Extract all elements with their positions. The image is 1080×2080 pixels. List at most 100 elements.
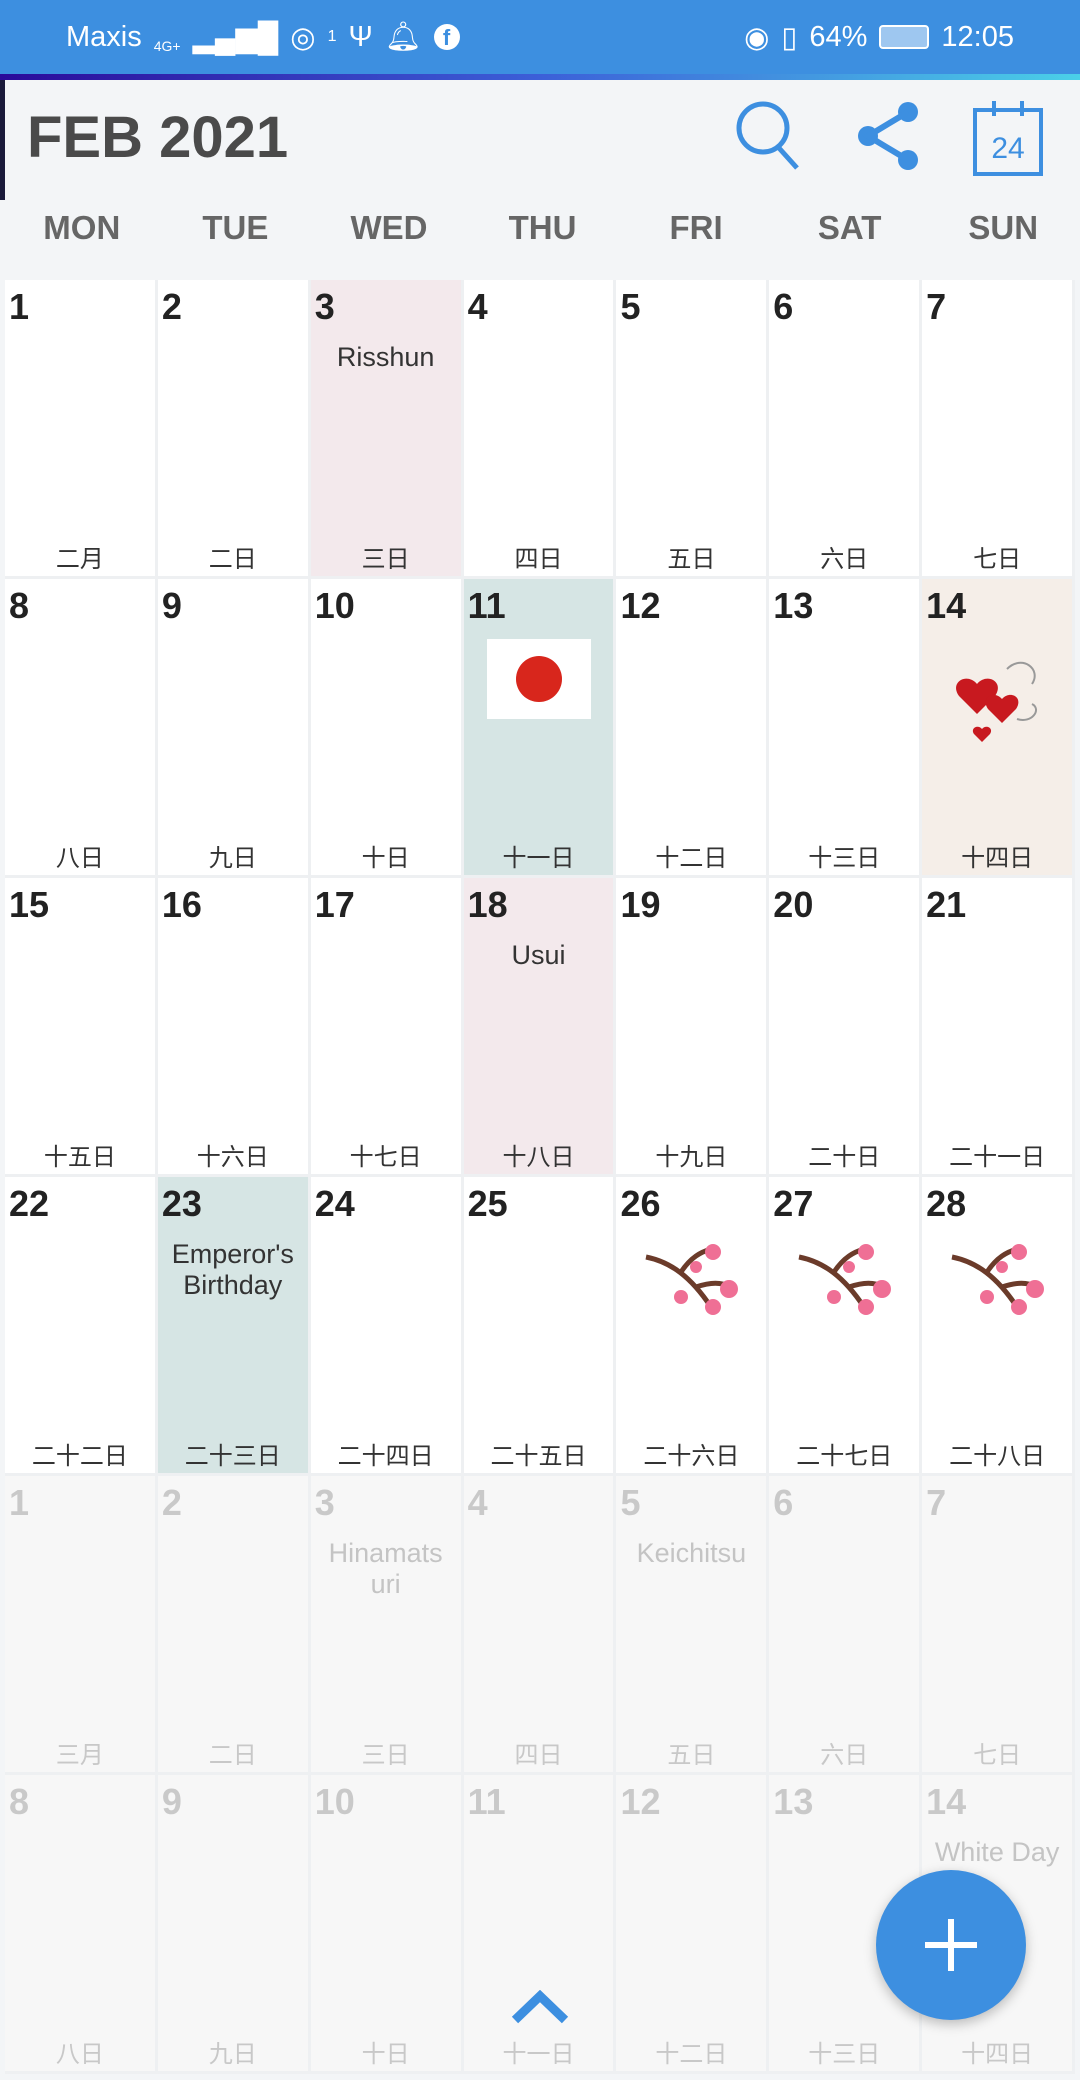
day-number: 11	[467, 585, 506, 626]
day-cell[interactable]: 28 二十八日	[922, 1177, 1076, 1476]
day-cell[interactable]: 10 十日	[310, 1775, 464, 2074]
event-label[interactable]: Hinamats uri	[311, 1538, 461, 1600]
day-cell[interactable]: 22 二十二日	[5, 1177, 158, 1476]
event-label[interactable]: White Day	[922, 1837, 1072, 1868]
day-cell[interactable]: 8 八日	[5, 579, 158, 878]
day-number: 2	[161, 1482, 182, 1523]
day-number: 15	[9, 884, 50, 925]
day-cell[interactable]: 20 二十日	[769, 878, 923, 1177]
day-cell[interactable]: 9 九日	[157, 1775, 311, 2074]
lunar-date: 十一日	[502, 2041, 575, 2068]
lunar-date: 十日	[361, 845, 410, 872]
day-cell[interactable]: 27 二十七日	[769, 1177, 923, 1476]
day-number: 4	[467, 1482, 488, 1523]
day-cell[interactable]: 12 十二日	[616, 1775, 770, 2074]
day-cell[interactable]: 11 十一日	[463, 579, 617, 878]
day-cell[interactable]: 16 十六日	[157, 878, 311, 1177]
day-cell[interactable]: 14 十四日	[922, 579, 1076, 878]
day-number: 10	[314, 585, 355, 626]
eye-icon: ◉	[744, 21, 770, 54]
cherry-blossom-icon	[947, 1237, 1047, 1332]
day-cell[interactable]: 25 二十五日	[463, 1177, 617, 1476]
day-cell[interactable]: 1 二月	[5, 280, 158, 579]
lunar-date: 四日	[514, 1742, 563, 1769]
lunar-date: 三日	[361, 546, 410, 573]
month-title[interactable]: FEB 2021	[27, 104, 288, 171]
event-label[interactable]: Emperor's Birthday	[158, 1239, 308, 1301]
day-cell[interactable]: 19 十九日	[616, 878, 770, 1177]
day-cell[interactable]: 3 Risshun 三日	[310, 280, 464, 579]
day-cell[interactable]: 4 四日	[463, 280, 617, 579]
lunar-date: 二日	[208, 546, 257, 573]
day-number: 25	[467, 1183, 508, 1224]
day-number: 4	[467, 286, 488, 327]
day-number: 14	[926, 585, 967, 626]
signal-icon: ▂▄▆█	[192, 21, 279, 54]
day-cell[interactable]: 1 三月	[5, 1476, 158, 1775]
day-cell[interactable]: 2 二日	[157, 280, 311, 579]
lunar-date: 二月	[55, 546, 104, 573]
event-label[interactable]: Usui	[464, 940, 614, 971]
day-cell[interactable]: 11 十一日	[463, 1775, 617, 2074]
lunar-date: 四日	[514, 546, 563, 573]
day-cell[interactable]: 8 八日	[5, 1775, 158, 2074]
event-label[interactable]: Keichitsu	[616, 1538, 766, 1569]
day-number: 6	[773, 286, 794, 327]
day-cell[interactable]: 4 四日	[463, 1476, 617, 1775]
day-cell[interactable]: 15 十五日	[5, 878, 158, 1177]
lunar-date: 二十八日	[949, 1443, 1046, 1470]
day-cell[interactable]: 6 六日	[769, 280, 923, 579]
week-row: 8 八日 9 九日 10 十日 11 十一日 12 十二日 13 十三日 14 十四日	[5, 579, 1076, 878]
day-cell[interactable]: 24 二十四日	[310, 1177, 464, 1476]
battery-percent: 64%	[809, 20, 868, 53]
lunar-date: 十日	[361, 2041, 410, 2068]
clock: 12:05	[941, 20, 1014, 53]
lunar-date: 三日	[361, 1742, 410, 1769]
today-calendar-icon[interactable]: 24	[970, 98, 1046, 178]
day-number: 7	[926, 286, 947, 327]
day-cell[interactable]: 23 Emperor's Birthday 二十三日	[157, 1177, 311, 1476]
day-number: 1	[9, 286, 30, 327]
day-number: 13	[773, 585, 814, 626]
day-cell[interactable]: 18 Usui 十八日	[463, 878, 617, 1177]
add-event-button[interactable]	[876, 1870, 1026, 2020]
month-grid: 1 二月 2 二日 3 Risshun 三日 4 四日 5 五日 6 六日 7 七日 8 八日 9 九日 10 十日 11…	[5, 280, 1076, 2074]
day-cell[interactable]: 9 九日	[157, 579, 311, 878]
lunar-date: 十七日	[349, 1144, 422, 1171]
day-cell[interactable]: 10 十日	[310, 579, 464, 878]
day-cell[interactable]: 21 二十一日	[922, 878, 1076, 1177]
day-number: 9	[161, 585, 182, 626]
lunar-date: 十三日	[808, 2041, 881, 2068]
day-number: 22	[9, 1183, 50, 1224]
day-cell[interactable]: 3 Hinamats uri 三日	[310, 1476, 464, 1775]
search-icon[interactable]	[731, 98, 807, 174]
cherry-blossom-icon	[794, 1237, 894, 1332]
lunar-date: 二日	[208, 1742, 257, 1769]
day-cell[interactable]: 5 Keichitsu 五日	[616, 1476, 770, 1775]
day-number: 27	[773, 1183, 814, 1224]
share-icon[interactable]	[850, 98, 926, 174]
network-type: 4G+	[153, 37, 181, 54]
chevron-up-icon[interactable]	[511, 1990, 569, 2024]
day-cell[interactable]: 17 十七日	[310, 878, 464, 1177]
usb-icon: Ψ	[348, 20, 373, 53]
day-cell[interactable]: 26 二十六日	[616, 1177, 770, 1476]
day-number: 28	[926, 1183, 967, 1224]
lunar-date: 二十日	[808, 1144, 881, 1171]
day-number: 11	[467, 1781, 506, 1822]
day-cell[interactable]: 5 五日	[616, 280, 770, 579]
lunar-date: 二十七日	[796, 1443, 893, 1470]
day-cell[interactable]: 7 七日	[922, 280, 1076, 579]
weekday-fri: FRI	[669, 209, 723, 246]
lunar-date: 九日	[208, 2041, 257, 2068]
day-cell[interactable]: 2 二日	[157, 1476, 311, 1775]
day-number: 8	[9, 1781, 30, 1822]
carrier: Maxis	[66, 20, 142, 53]
event-label[interactable]: Risshun	[311, 342, 461, 373]
day-cell[interactable]: 13 十三日	[769, 579, 923, 878]
battery-icon	[879, 25, 930, 49]
day-cell[interactable]: 7 七日	[922, 1476, 1076, 1775]
lunar-date: 七日	[973, 546, 1022, 573]
day-cell[interactable]: 12 十二日	[616, 579, 770, 878]
day-cell[interactable]: 6 六日	[769, 1476, 923, 1775]
